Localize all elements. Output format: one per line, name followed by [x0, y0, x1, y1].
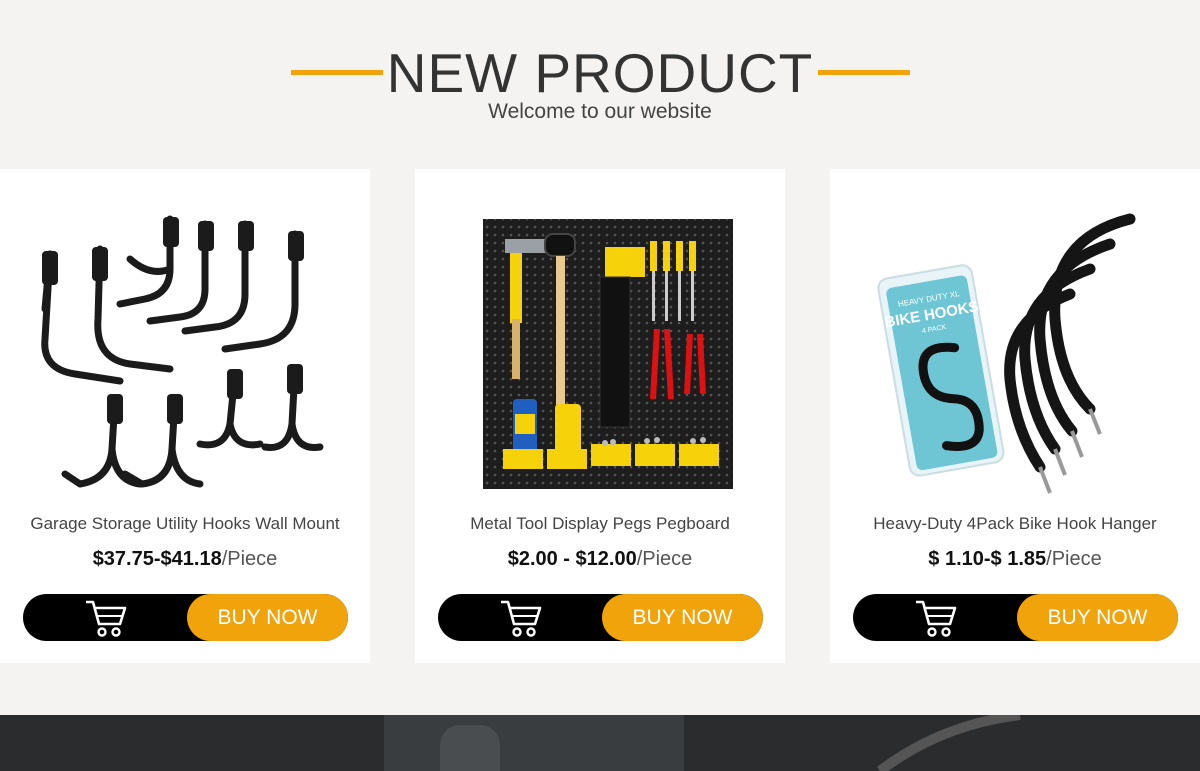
- product-actions: BUY NOW: [853, 594, 1178, 641]
- product-name[interactable]: Garage Storage Utility Hooks Wall Mount: [0, 512, 370, 536]
- add-to-cart-button[interactable]: [438, 594, 628, 641]
- product-price-row: $2.00 - $12.00/Piece: [415, 546, 785, 572]
- buy-now-button[interactable]: BUY NOW: [602, 594, 763, 641]
- product-name[interactable]: Heavy-Duty 4Pack Bike Hook Hanger: [830, 512, 1200, 536]
- add-to-cart-button[interactable]: [23, 594, 213, 641]
- product-actions: BUY NOW: [438, 594, 763, 641]
- add-to-cart-button[interactable]: [853, 594, 1043, 641]
- wall-hooks-image[interactable]: [20, 199, 350, 499]
- next-section-banner: [0, 715, 1200, 771]
- product-price-row: $ 1.10-$ 1.85/Piece: [830, 546, 1200, 572]
- product-name[interactable]: Metal Tool Display Pegs Pegboard: [415, 512, 785, 536]
- cart-icon: [501, 600, 542, 637]
- cart-icon: [86, 600, 127, 637]
- buy-now-button[interactable]: BUY NOW: [1017, 594, 1178, 641]
- section-header: NEW PRODUCT Welcome to our website: [0, 0, 1200, 160]
- product-actions: BUY NOW: [23, 594, 348, 641]
- buy-now-button[interactable]: BUY NOW: [187, 594, 348, 641]
- product-price: $2.00 - $12.00: [507, 548, 637, 570]
- banner-background-shape: [384, 715, 684, 771]
- section-subtitle: Welcome to our website: [488, 100, 712, 123]
- price-unit: /Piece: [636, 548, 693, 570]
- title-divider-right: [818, 70, 910, 75]
- product-card[interactable]: HEAVY DUTY XL BIKE HOOKS 4 PACK Heavy-Du…: [830, 169, 1200, 663]
- section-title: NEW PRODUCT: [386, 42, 814, 104]
- bike-hooks-image[interactable]: HEAVY DUTY XL BIKE HOOKS 4 PACK: [850, 199, 1180, 499]
- product-price: $37.75-$41.18: [92, 548, 222, 570]
- product-price: $ 1.10-$ 1.85: [928, 548, 1047, 570]
- product-price-row: $37.75-$41.18/Piece: [0, 546, 370, 572]
- price-unit: /Piece: [221, 548, 278, 570]
- banner-background-shape: [440, 725, 500, 771]
- pegboard-image[interactable]: [435, 199, 765, 499]
- banner-decoration: [876, 715, 1021, 771]
- product-card[interactable]: Metal Tool Display Pegs Pegboard $2.00 -…: [415, 169, 785, 663]
- cart-icon: [916, 600, 957, 637]
- price-unit: /Piece: [1046, 548, 1102, 570]
- product-card[interactable]: Garage Storage Utility Hooks Wall Mount …: [0, 169, 370, 663]
